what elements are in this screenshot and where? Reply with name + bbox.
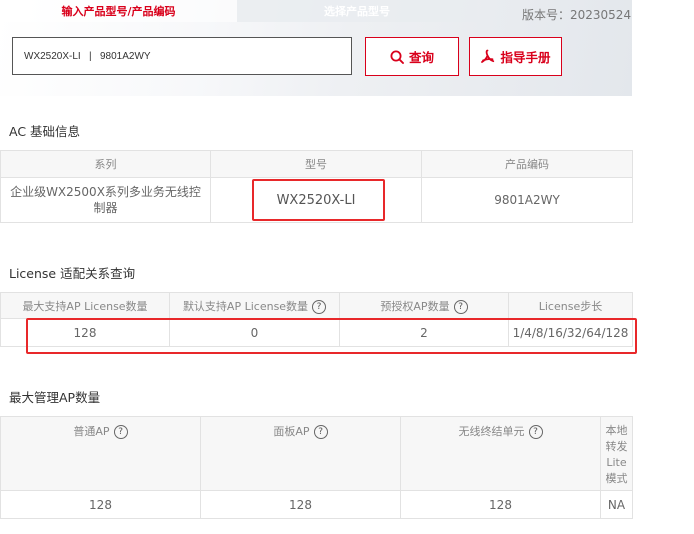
help-icon[interactable]: ? [453, 299, 468, 314]
table-header-row: 最大支持AP License数量 默认支持AP License数量? 预授权AP… [0, 292, 633, 319]
default-license-cell: 0 [169, 318, 340, 347]
column-header: 预授权AP数量? [339, 292, 509, 319]
wtu-cell: 128 [400, 490, 601, 519]
max-ap-title: 最大管理AP数量 [9, 390, 101, 405]
table-row: 企业级WX2500X系列多业务无线控制器 WX2520X-LI 9801A2WY [0, 177, 633, 223]
help-icon[interactable]: ? [312, 299, 327, 314]
column-header: 型号 [210, 150, 422, 178]
search-input[interactable] [12, 37, 352, 75]
max-ap-table: 普通AP? 面板AP? 无线终结单元? 本地转发Lite模式 128 128 1… [0, 416, 633, 519]
manual-button[interactable]: 指导手册 [469, 37, 562, 76]
column-header: 默认支持AP License数量? [169, 292, 340, 319]
step-label-input[interactable]: 输入产品型号/产品编码 [0, 3, 237, 19]
lite-mode-cell: NA [600, 490, 633, 519]
model-cell: WX2520X-LI [210, 177, 422, 223]
column-header-label: 预授权AP数量 [380, 299, 450, 313]
search-button[interactable]: 查询 [365, 37, 459, 76]
column-header-label: 默认支持AP License数量 [182, 299, 309, 313]
column-header: 无线终结单元? [400, 416, 601, 491]
column-header: 面板AP? [200, 416, 401, 491]
table-row: 128 0 2 1/4/8/16/32/64/128 [0, 318, 633, 347]
step-label-select[interactable]: 选择产品型号 [237, 3, 477, 19]
column-header: License步长 [508, 292, 633, 319]
help-icon[interactable]: ? [113, 425, 128, 439]
column-header-label: 无线终结单元 [458, 425, 525, 438]
help-icon[interactable]: ? [528, 425, 543, 439]
table-header-row: 普通AP? 面板AP? 无线终结单元? 本地转发Lite模式 [0, 416, 633, 491]
column-header: 系列 [0, 150, 211, 178]
manual-button-label: 指导手册 [500, 50, 551, 65]
column-header: 产品编码 [421, 150, 633, 178]
series-cell: 企业级WX2500X系列多业务无线控制器 [0, 177, 211, 223]
search-button-label: 查询 [408, 50, 434, 65]
normal-ap-cell: 128 [0, 490, 201, 519]
search-icon [390, 50, 404, 64]
license-table: 最大支持AP License数量 默认支持AP License数量? 预授权AP… [0, 292, 633, 347]
column-header-label: 普通AP [73, 425, 110, 438]
help-icon[interactable]: ? [313, 425, 328, 439]
product-code-cell: 9801A2WY [421, 177, 633, 223]
column-header-label: 面板AP [273, 425, 310, 438]
table-row: 128 128 128 NA [0, 490, 633, 519]
column-header: 本地转发Lite模式 [600, 416, 633, 491]
panel-ap-cell: 128 [200, 490, 401, 519]
preauth-ap-cell: 2 [339, 318, 509, 347]
ac-info-table: 系列 型号 产品编码 企业级WX2500X系列多业务无线控制器 WX2520X-… [0, 150, 633, 223]
pdf-icon [481, 49, 495, 63]
max-license-cell: 128 [0, 318, 170, 347]
table-header-row: 系列 型号 产品编码 [0, 150, 633, 178]
column-header: 普通AP? [0, 416, 201, 491]
license-step-cell: 1/4/8/16/32/64/128 [508, 318, 633, 347]
column-header: 最大支持AP License数量 [0, 292, 170, 319]
license-title: License 适配关系查询 [9, 266, 136, 281]
ac-info-title: AC 基础信息 [9, 124, 81, 139]
version-label: 版本号：20230524 [522, 8, 632, 22]
